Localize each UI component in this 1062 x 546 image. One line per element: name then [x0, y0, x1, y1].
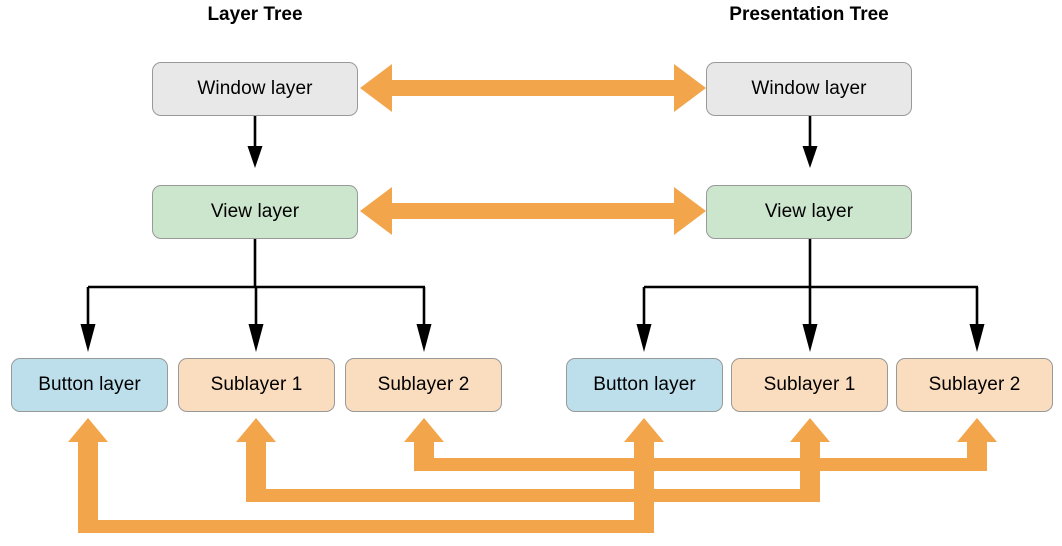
button-layer-sync-link [68, 418, 664, 533]
arrowhead-left-sub2 [416, 324, 432, 352]
arrowhead-right-sub1 [802, 324, 818, 352]
node-label: Button layer [38, 374, 141, 395]
node-label: Sublayer 1 [210, 374, 303, 395]
presentation-tree-node-window-layer[interactable]: Window layer [706, 62, 912, 116]
arrowhead-left-sub1 [248, 324, 264, 352]
arrowhead-window-to-view-right [802, 146, 818, 168]
button-link-bar [78, 520, 654, 533]
sublayer2-link-bar [414, 458, 987, 471]
node-label: Sublayer 2 [377, 374, 470, 395]
node-label: Window layer [197, 78, 313, 99]
layer-tree-node-button-layer[interactable]: Button layer [11, 358, 168, 412]
arrowhead-right-button [636, 324, 652, 352]
sublayer1-right-riser-top [800, 442, 820, 502]
window-sync-arrow [360, 64, 706, 112]
node-label: View layer [764, 201, 854, 222]
sublayer1-link-bar [246, 489, 820, 502]
sublayer-2-sync-link [404, 418, 997, 471]
sync-arrows [360, 64, 706, 235]
button-right-riser-top [634, 442, 654, 533]
presentation-tree-node-sublayer-2[interactable]: Sublayer 2 [896, 358, 1053, 412]
layer-tree-node-view-layer[interactable]: View layer [152, 185, 358, 239]
layer-tree-node-window-layer[interactable]: Window layer [152, 62, 358, 116]
node-label: Button layer [593, 374, 696, 395]
arrowhead-left-button [80, 324, 96, 352]
presentation-tree-node-sublayer-1[interactable]: Sublayer 1 [731, 358, 888, 412]
diagram-canvas: Layer Tree Presentation Tree Window laye… [0, 0, 1062, 546]
layer-tree-node-sublayer-2[interactable]: Sublayer 2 [345, 358, 502, 412]
arrowhead-right-sub2 [969, 324, 985, 352]
view-sync-arrow [360, 187, 706, 235]
arrowhead-window-to-view-left [247, 146, 263, 168]
layer-tree-node-sublayer-1[interactable]: Sublayer 1 [178, 358, 335, 412]
node-label: Window layer [751, 78, 867, 99]
layer-tree-title: Layer Tree [207, 4, 303, 25]
node-label: View layer [210, 201, 300, 222]
presentation-tree-node-view-layer[interactable]: View layer [706, 185, 912, 239]
node-label: Sublayer 1 [763, 374, 856, 395]
presentation-tree-title: Presentation Tree [729, 4, 889, 25]
presentation-tree-node-button-layer[interactable]: Button layer [566, 358, 723, 412]
node-label: Sublayer 2 [928, 374, 1021, 395]
button-left-riser-top [78, 442, 98, 533]
sync-link-riser-overdraw [78, 442, 820, 533]
